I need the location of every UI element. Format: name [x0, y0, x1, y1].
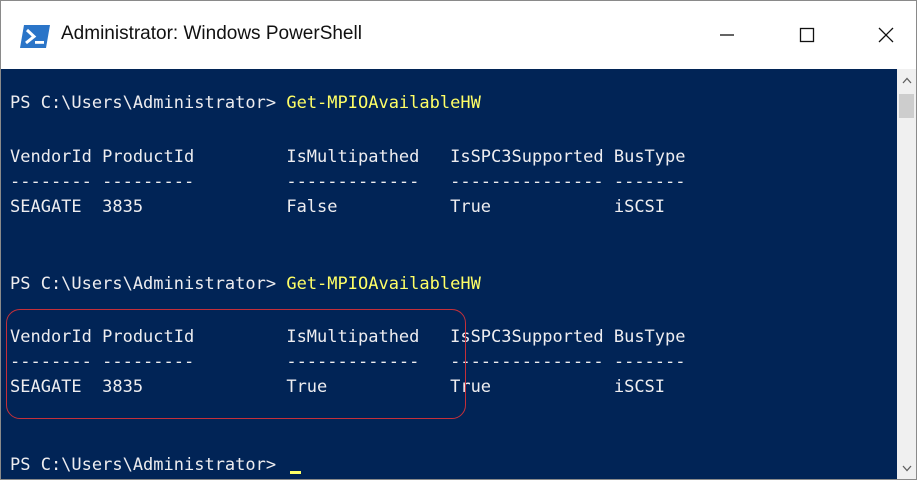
prompt-text: PS C:\Users\Administrator>: [10, 93, 287, 113]
text-cursor: [290, 471, 302, 474]
prompt-line: PS C:\Users\Administrator> Get-MPIOAvail…: [10, 90, 481, 116]
minimize-button[interactable]: [697, 1, 757, 69]
chevron-up-icon: [902, 77, 911, 83]
powershell-window: Administrator: Windows PowerShell PS C:\…: [0, 0, 917, 480]
vertical-scrollbar[interactable]: [897, 69, 916, 479]
table-separator: -------- --------- ------------- -------…: [10, 172, 686, 192]
table-row: SEAGATE 3835 True True iSCSI: [10, 377, 666, 397]
close-button[interactable]: [856, 1, 916, 69]
maximize-icon: [799, 27, 815, 43]
table-header: VendorId ProductId IsMultipathed IsSPC3S…: [10, 327, 686, 347]
command-text: Get-MPIOAvailableHW: [286, 93, 481, 113]
scroll-down-button[interactable]: [897, 457, 916, 479]
table-separator: -------- --------- ------------- -------…: [10, 352, 686, 372]
table-header: VendorId ProductId IsMultipathed IsSPC3S…: [10, 147, 686, 167]
scrollbar-thumb[interactable]: [899, 94, 914, 118]
table-row: SEAGATE 3835 False True iSCSI: [10, 197, 666, 217]
scroll-up-button[interactable]: [897, 69, 916, 91]
current-prompt-line: PS C:\Users\Administrator>: [10, 452, 302, 478]
window-title: Administrator: Windows PowerShell: [61, 23, 362, 44]
title-bar[interactable]: Administrator: Windows PowerShell: [1, 1, 916, 69]
powershell-icon: [20, 25, 50, 48]
chevron-down-icon: [902, 465, 911, 471]
minimize-icon: [720, 34, 734, 36]
close-icon: [878, 27, 894, 43]
maximize-button[interactable]: [777, 1, 837, 69]
console-output[interactable]: PS C:\Users\Administrator> Get-MPIOAvail…: [1, 69, 897, 479]
command-text: Get-MPIOAvailableHW: [286, 274, 481, 294]
prompt-text: PS C:\Users\Administrator>: [10, 274, 287, 294]
prompt-text: PS C:\Users\Administrator>: [10, 455, 287, 475]
prompt-line: PS C:\Users\Administrator> Get-MPIOAvail…: [10, 271, 481, 297]
